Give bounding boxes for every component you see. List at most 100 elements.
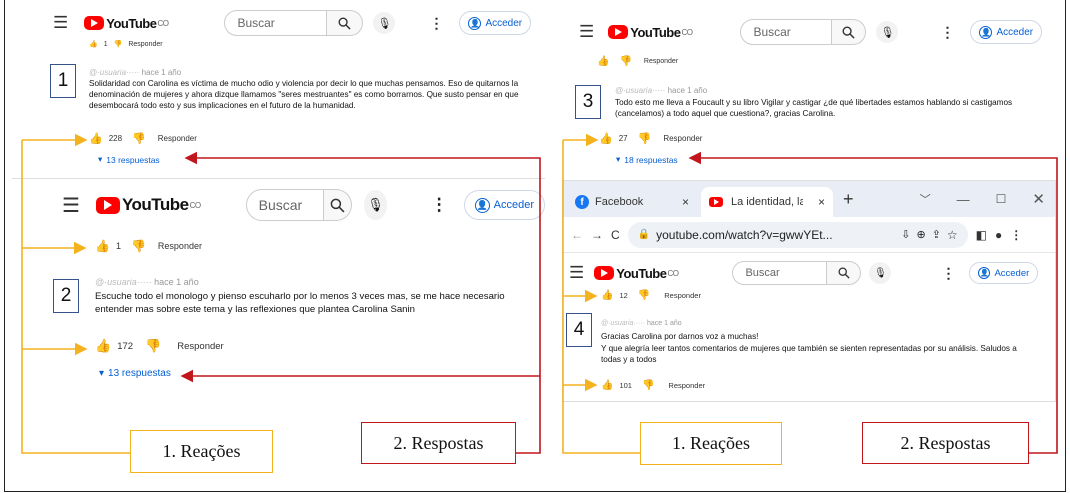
replies-toggle[interactable]: ▾ 13 respuestas <box>99 368 171 379</box>
search-input[interactable]: Buscar <box>245 189 325 221</box>
like-icon[interactable]: 👍 <box>599 132 613 145</box>
menu-icon[interactable]: ☰ <box>62 193 80 218</box>
dislike-icon[interactable]: 👎 <box>638 132 652 145</box>
mic-icon: 🎙 <box>377 17 392 30</box>
comment-number-2: 2 <box>53 279 79 313</box>
comment-author: @·usuaria····· hace 1 año <box>615 86 708 95</box>
mic-icon: 🎙 <box>874 267 887 279</box>
panel-comment-2: ☰ YouTube CO Buscar 🎙 ⋮ 👤 Acceder 👍 1 👎 Res… <box>12 178 545 388</box>
like-icon[interactable]: 👍 <box>597 56 609 67</box>
like-icon[interactable]: 👍 <box>89 40 98 48</box>
youtube-logo[interactable]: YouTube CO <box>84 16 169 31</box>
new-tab-icon[interactable]: + <box>843 189 854 210</box>
like-icon[interactable]: 👍 <box>95 239 110 253</box>
chevron-down-icon: ▾ <box>98 154 103 164</box>
reload-icon[interactable]: C <box>611 228 620 242</box>
comment-text: Todo esto me lleva a Foucault y su libro… <box>615 98 1013 119</box>
comment-text: Solidaridad con Carolina es víctima de m… <box>89 79 519 111</box>
search-button[interactable] <box>827 261 862 285</box>
comment-text-continued: Y que alegría leer tantos comentarios de… <box>601 344 1017 365</box>
dislike-icon[interactable]: 👎 <box>145 338 161 354</box>
dislike-icon[interactable]: 👎 <box>114 40 123 48</box>
signin-button[interactable]: 👤 Acceder <box>969 262 1039 284</box>
signin-button[interactable]: 👤 Acceder <box>970 20 1043 44</box>
reply-button[interactable]: Responder <box>644 58 678 65</box>
dislike-icon[interactable]: 👎 <box>642 380 654 391</box>
reply-button[interactable]: Responder <box>668 381 705 390</box>
youtube-play-icon <box>95 196 120 214</box>
sidepanel-icon[interactable]: ◧ <box>976 228 987 242</box>
replies-toggle[interactable]: ▾ 18 respuestas <box>616 154 678 165</box>
panel-comment-3: ☰ YouTube CO Buscar 🎙 ⋮ 👤 Acceder 👍 👎 Resp… <box>555 8 1056 173</box>
like-icon[interactable]: 👍 <box>601 290 613 301</box>
close-tab-icon[interactable]: × <box>818 195 825 209</box>
tab-strip: f Facebook × La identidad, las × + ﹀ — ☐… <box>563 181 1055 217</box>
search-button[interactable] <box>832 19 867 45</box>
like-count: 101 <box>619 381 632 390</box>
close-window-icon[interactable]: ✕ <box>1032 190 1045 208</box>
reply-button[interactable]: Responder <box>664 291 701 300</box>
forward-icon[interactable]: → <box>591 228 603 242</box>
search-icon <box>838 267 850 279</box>
like-icon[interactable]: 👍 <box>95 338 111 354</box>
reply-button[interactable]: Responder <box>177 341 223 352</box>
like-icon[interactable]: 👍 <box>601 380 613 391</box>
dislike-icon[interactable]: 👎 <box>638 290 650 301</box>
account-icon: 👤 <box>474 197 490 213</box>
reply-button[interactable]: Responder <box>158 241 202 251</box>
mic-button[interactable]: 🎙 <box>364 190 387 220</box>
profile-icon[interactable]: ● <box>995 228 1002 242</box>
zoom-icon[interactable]: ⊕ <box>916 228 925 241</box>
lock-icon: 🔒 <box>637 229 651 240</box>
reply-button[interactable]: Responder <box>128 41 162 48</box>
share-icon[interactable]: ⇪ <box>932 228 941 241</box>
chevron-down-icon: ▾ <box>99 368 105 379</box>
signin-button[interactable]: 👤 Acceder <box>463 190 545 220</box>
bookmark-icon[interactable]: ☆ <box>947 228 958 242</box>
label-reactions-right: 1. Reações <box>640 422 782 465</box>
youtube-logo[interactable]: YouTube CO <box>95 195 201 215</box>
mic-button[interactable]: 🎙 <box>876 21 899 43</box>
comment-author: @·usuaria····· hace 1 año <box>601 320 682 327</box>
mic-button[interactable]: 🎙 <box>869 262 892 284</box>
tab-youtube[interactable]: La identidad, las × <box>701 187 833 217</box>
signin-button[interactable]: 👤 Acceder <box>459 11 532 35</box>
tab-facebook[interactable]: f Facebook × <box>567 187 697 217</box>
search-icon <box>330 198 345 212</box>
menu-icon[interactable]: ☰ <box>579 22 594 42</box>
reply-button[interactable]: Responder <box>158 134 197 143</box>
minimize-icon[interactable]: — <box>957 192 970 207</box>
search-input[interactable]: Buscar <box>740 19 833 45</box>
mic-button[interactable]: 🎙 <box>373 12 396 34</box>
search-input[interactable]: Buscar <box>224 10 328 36</box>
mic-icon: 🎙 <box>880 26 895 39</box>
youtube-logo[interactable]: YouTube CO <box>594 266 679 281</box>
more-icon[interactable]: ⋮ <box>940 24 954 41</box>
youtube-logo[interactable]: YouTube CO <box>608 25 693 40</box>
install-icon[interactable]: ⇩ <box>901 228 910 241</box>
account-icon: 👤 <box>468 16 482 30</box>
dislike-icon[interactable]: 👎 <box>619 56 631 67</box>
menu-icon[interactable]: ☰ <box>569 263 584 283</box>
maximize-icon[interactable]: ☐ <box>996 192 1007 206</box>
more-icon[interactable]: ⋮ <box>941 265 955 282</box>
chrome-menu-icon[interactable]: ⋮ <box>1010 228 1022 242</box>
replies-toggle[interactable]: ▾ 13 respuestas <box>98 154 160 165</box>
back-icon[interactable]: ← <box>571 228 583 242</box>
close-tab-icon[interactable]: × <box>682 195 689 209</box>
search-button[interactable] <box>324 189 353 221</box>
dislike-icon[interactable]: 👎 <box>132 132 146 145</box>
more-icon[interactable]: ⋮ <box>431 195 448 215</box>
tab-search-icon[interactable]: ﹀ <box>920 191 931 207</box>
search-input[interactable]: Buscar <box>732 261 828 285</box>
like-icon[interactable]: 👍 <box>89 132 103 145</box>
like-count: 172 <box>117 340 134 352</box>
more-icon[interactable]: ⋮ <box>429 15 443 32</box>
comment-author: @·usuaria····· hace 1 año <box>89 68 182 77</box>
address-bar[interactable]: 🔒 youtube.com/watch?v=gwwYEt... ⇩ ⊕ ⇪ ☆ <box>627 221 968 248</box>
menu-icon[interactable]: ☰ <box>53 13 68 33</box>
youtube-play-icon <box>84 16 105 30</box>
reply-button[interactable]: Responder <box>663 134 702 143</box>
dislike-icon[interactable]: 👎 <box>131 239 146 253</box>
search-button[interactable] <box>327 10 364 36</box>
